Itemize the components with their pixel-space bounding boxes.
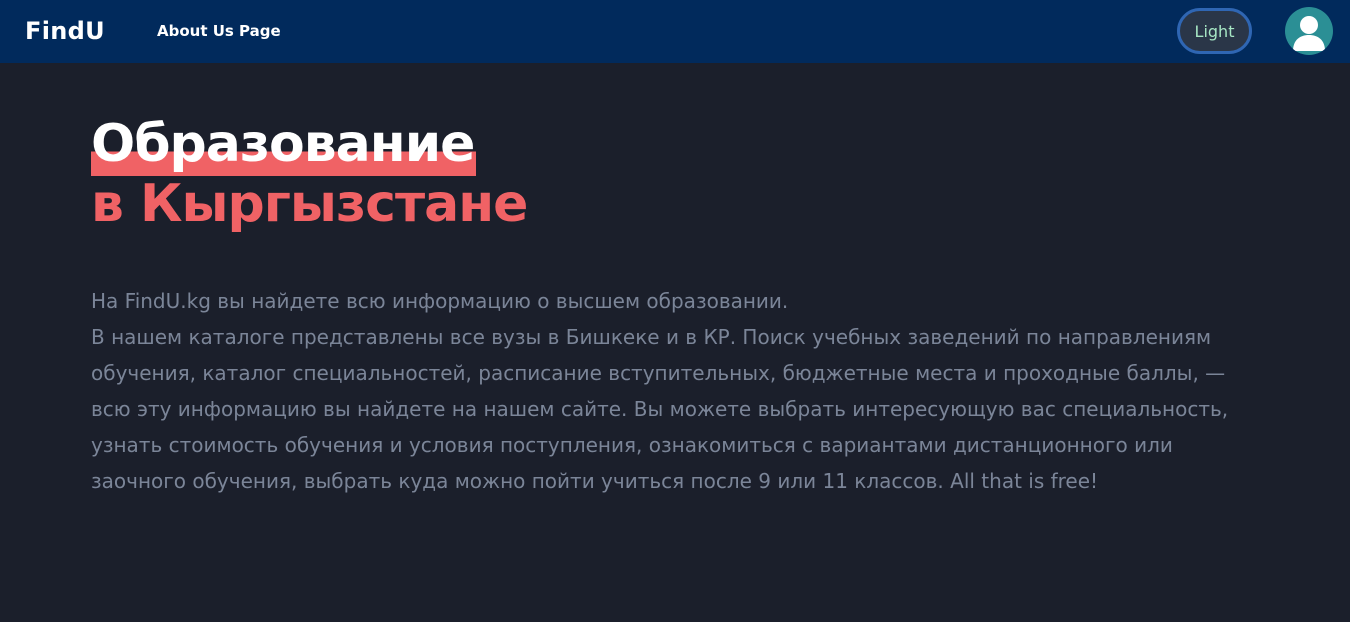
top-navbar: FindU About Us Page Light	[0, 0, 1350, 63]
user-avatar-icon	[1293, 16, 1325, 51]
description-intro: На FindU.kg вы найдете всю информацию о …	[91, 289, 789, 313]
hero-title-line1: Образование	[91, 112, 477, 176]
hero-title-line2: в Кыргызстане	[91, 174, 528, 234]
hero-title: Образование в Кыргызстане	[91, 112, 528, 236]
user-avatar-button[interactable]	[1285, 7, 1333, 55]
logo[interactable]: FindU	[25, 17, 105, 45]
description-body: В нашем каталоге представлены все вузы в…	[91, 325, 1229, 493]
about-us-link[interactable]: About Us Page	[157, 22, 281, 40]
theme-toggle-button[interactable]: Light	[1177, 8, 1252, 54]
hero-description: На FindU.kg вы найдете всю информацию о …	[91, 283, 1261, 499]
